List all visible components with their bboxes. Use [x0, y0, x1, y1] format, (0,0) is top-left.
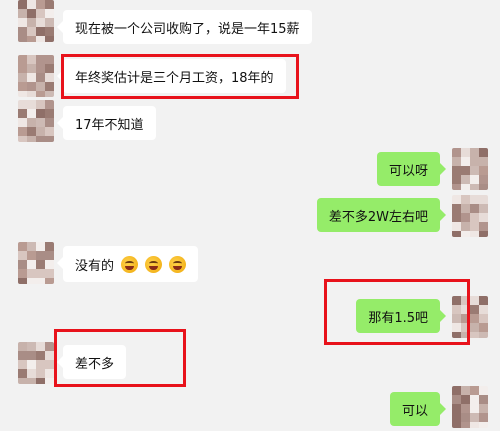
avatar-pixel — [461, 231, 470, 237]
self-avatar[interactable] — [452, 195, 488, 237]
self-avatar[interactable] — [452, 296, 488, 338]
avatar-pixel — [45, 91, 54, 97]
chat-window: 现在被一个公司收购了，说是一年15薪 年终奖估计是三个月工资，18年的 17年不… — [0, 0, 500, 431]
avatar-pixel — [452, 422, 461, 428]
avatar-pixel — [461, 422, 470, 428]
avatar-pixel — [18, 36, 27, 42]
self-avatar[interactable] — [452, 148, 488, 190]
avatar-pixel — [18, 278, 27, 284]
message-text: 17年不知道 — [75, 117, 144, 133]
avatar-pixel — [36, 91, 45, 97]
avatar-pixel — [479, 422, 488, 428]
contact-avatar[interactable] — [18, 0, 54, 42]
self-avatar[interactable] — [452, 386, 488, 428]
message-bubble-outgoing[interactable]: 差不多2W左右吧 — [316, 198, 447, 232]
avatar-pixel — [452, 231, 461, 237]
laughing-crying-emoji-icon — [169, 255, 187, 273]
contact-avatar[interactable] — [18, 342, 54, 384]
avatar-pixel — [18, 378, 27, 384]
laughing-crying-emoji-icon — [121, 255, 139, 273]
avatar-pixel — [36, 378, 45, 384]
message-bubble-incoming[interactable]: 差不多 — [56, 345, 127, 379]
message-bubble-incoming[interactable]: 年终奖估计是三个月工资，18年的 — [57, 59, 286, 93]
avatar-pixel — [479, 184, 488, 190]
avatar-pixel — [452, 332, 461, 338]
avatar-pixel — [36, 36, 45, 42]
laughing-crying-emoji-icon — [145, 255, 163, 273]
avatar-pixel — [18, 91, 27, 97]
message-text: 差不多 — [75, 356, 115, 372]
avatar-pixel — [36, 278, 45, 284]
avatar-pixel — [452, 184, 461, 190]
message-bubble-incoming[interactable]: 现在被一个公司收购了，说是一年15薪 — [57, 10, 312, 44]
avatar-pixel — [479, 231, 488, 237]
message-bubble-outgoing[interactable]: 那有1.5吧 — [356, 299, 446, 333]
message-text: 可以呀 — [388, 163, 428, 179]
avatar-pixel — [470, 332, 479, 338]
avatar-pixel — [461, 332, 470, 338]
avatar-pixel — [27, 91, 36, 97]
contact-avatar[interactable] — [18, 100, 54, 142]
avatar-pixel — [36, 136, 45, 142]
avatar-pixel — [18, 136, 27, 142]
avatar-pixel — [45, 136, 54, 142]
avatar-pixel — [45, 36, 54, 42]
contact-avatar[interactable] — [18, 55, 54, 97]
message-text: 年终奖估计是三个月工资，18年的 — [75, 70, 274, 86]
message-text: 差不多2W左右吧 — [328, 209, 428, 225]
avatar-pixel — [45, 278, 54, 284]
message-bubble-incoming[interactable]: 17年不知道 — [57, 106, 156, 140]
avatar-pixel — [45, 378, 54, 384]
avatar-pixel — [27, 378, 36, 384]
message-text: 现在被一个公司收购了，说是一年15薪 — [75, 21, 300, 37]
message-bubble-outgoing[interactable]: 可以呀 — [376, 152, 447, 186]
avatar-pixel — [27, 36, 36, 42]
avatar-pixel — [27, 278, 36, 284]
avatar-pixel — [470, 422, 479, 428]
message-bubble-outgoing[interactable]: 可以 — [389, 392, 447, 426]
contact-avatar[interactable] — [18, 242, 54, 284]
message-bubble-incoming[interactable]: 没有的 — [56, 246, 199, 282]
avatar-pixel — [479, 332, 488, 338]
avatar-pixel — [27, 136, 36, 142]
avatar-pixel — [470, 231, 479, 237]
avatar-pixel — [470, 184, 479, 190]
message-text: 没有的 — [75, 258, 115, 274]
avatar-pixel — [461, 184, 470, 190]
message-text: 可以 — [401, 403, 428, 419]
message-text: 那有1.5吧 — [368, 310, 428, 326]
